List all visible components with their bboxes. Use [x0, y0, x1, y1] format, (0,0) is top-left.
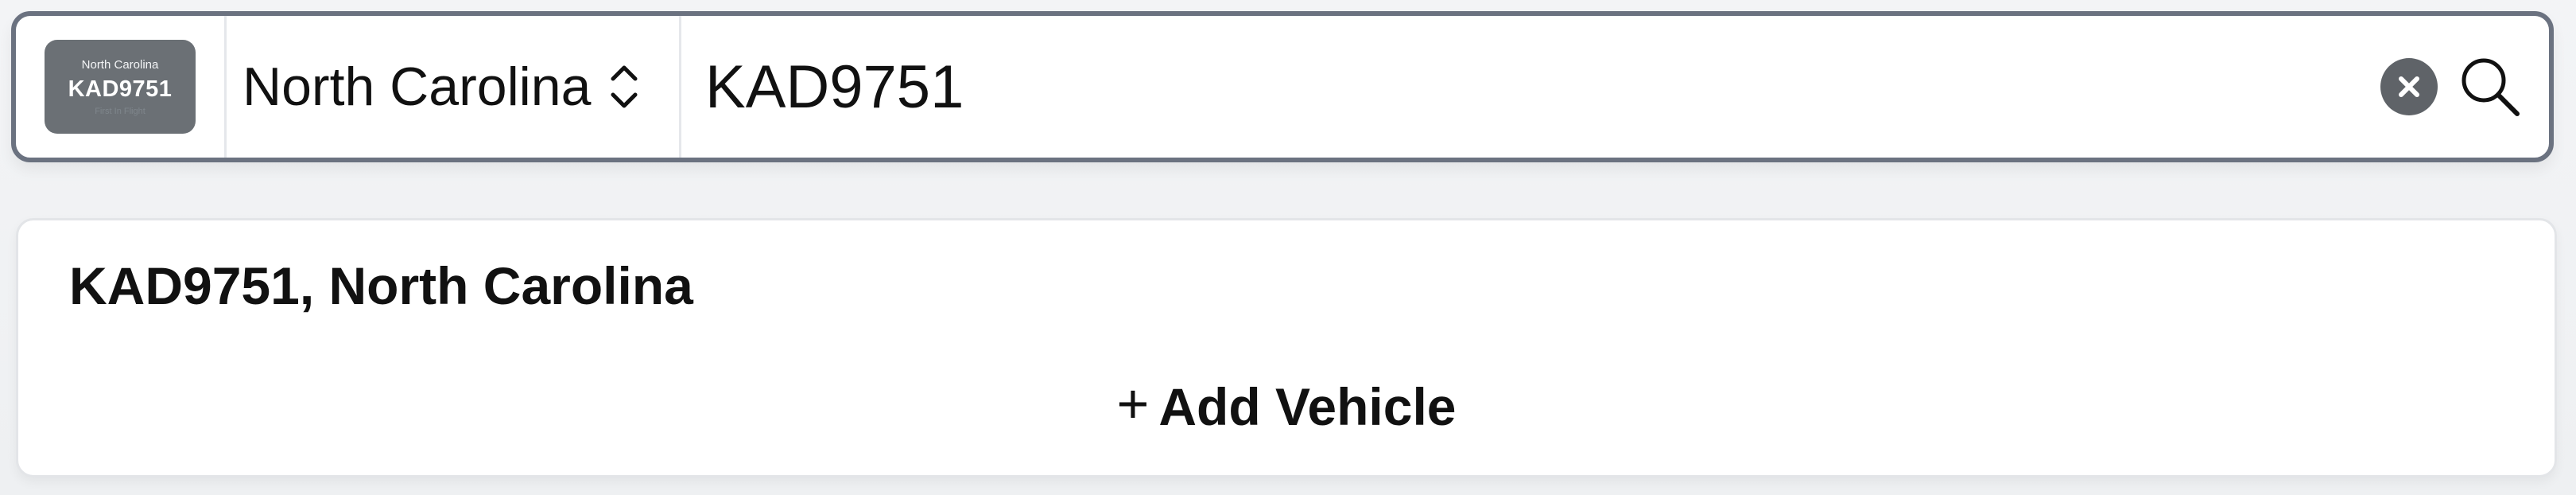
plate-slogan-text: First In Flight [95, 107, 145, 116]
plus-icon: + [1116, 372, 1150, 435]
search-icon [2462, 58, 2520, 116]
clear-input-button[interactable] [2380, 58, 2438, 115]
add-vehicle-label: Add Vehicle [1158, 377, 1457, 436]
chevron-up-down-icon [611, 65, 638, 108]
state-selector-value: North Carolina [242, 57, 592, 117]
close-icon [2399, 76, 2419, 97]
plate-preview-cell: North Carolina KAD9751 First In Flight [16, 16, 227, 158]
plate-number-input[interactable] [705, 47, 2380, 127]
add-vehicle-button[interactable]: + Add Vehicle [18, 376, 2555, 437]
plate-input-cell [681, 16, 2549, 158]
plate-state-text: North Carolina [81, 58, 159, 72]
result-title: KAD9751, North Carolina [69, 256, 693, 315]
search-button[interactable] [2455, 52, 2525, 122]
page: North Carolina KAD9751 First In Flight N… [0, 0, 2576, 495]
search-result-card: KAD9751, North Carolina + Add Vehicle [16, 218, 2557, 477]
state-selector[interactable]: North Carolina [227, 16, 681, 158]
plate-number-text: KAD9751 [68, 76, 173, 102]
plate-search-bar: North Carolina KAD9751 First In Flight N… [11, 11, 2554, 162]
license-plate-preview: North Carolina KAD9751 First In Flight [45, 40, 196, 134]
